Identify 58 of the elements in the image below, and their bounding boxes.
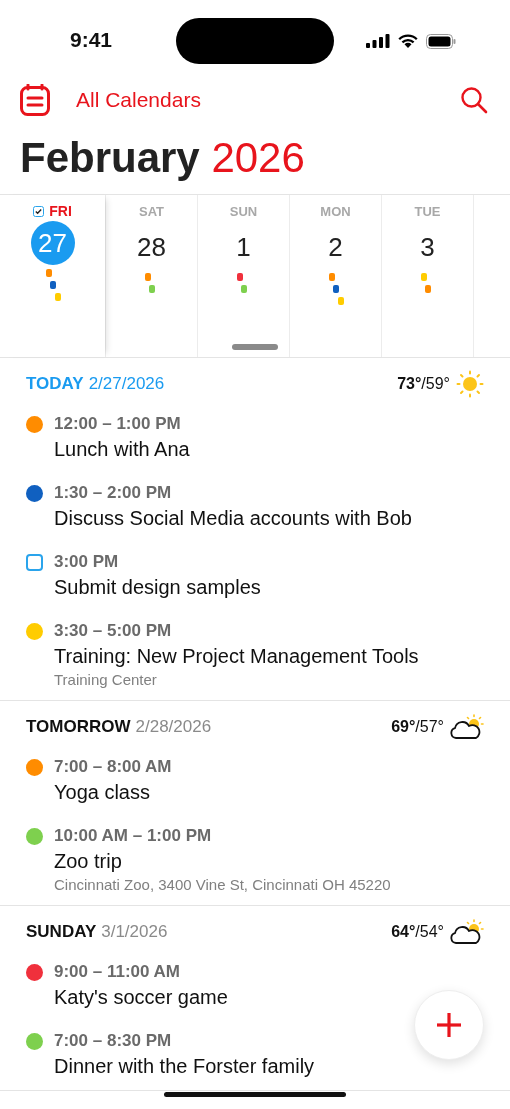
event-title[interactable]: Yoga class	[54, 778, 172, 806]
battery-icon	[426, 33, 456, 49]
event-time: 1:30 – 2:00 PM	[54, 482, 173, 504]
day-column[interactable]: TUE 3	[381, 195, 473, 357]
all-calendars-button[interactable]: All Calendars	[76, 88, 201, 112]
search-icon[interactable]	[460, 86, 488, 114]
weekday-label: FRI	[49, 203, 72, 219]
event-location: Training Center	[54, 670, 158, 690]
event-title[interactable]: Dinner with the Forster family	[54, 1052, 315, 1080]
section-heading: TODAY	[26, 374, 84, 394]
event-title[interactable]: Submit design samples	[54, 573, 261, 601]
weekday-label: TUE	[414, 203, 441, 219]
event-time: 12:00 – 1:00 PM	[54, 413, 182, 435]
day-number: 3	[419, 230, 436, 264]
event-time: 7:00 – 8:00 AM	[54, 756, 172, 778]
signal-icon	[366, 34, 390, 48]
weekday-label: SAT	[138, 203, 164, 219]
section-heading: SUNDAY	[26, 922, 97, 942]
day-number: 1	[235, 230, 252, 264]
section-date: 2/27/2026	[88, 374, 165, 394]
event-title[interactable]: Lunch with Ana	[54, 435, 190, 463]
low-temperature: /59°	[421, 375, 450, 393]
checkbox-icon	[33, 205, 45, 217]
event-title[interactable]: Discuss Social Media accounts with Bob	[54, 504, 412, 532]
calendar-list-icon[interactable]	[20, 84, 50, 116]
year-title: 2026	[211, 134, 305, 181]
event-location: Cincinnati Zoo, 3400 Vine St, Cincinnati OH 45220	[54, 875, 391, 895]
high-temperature: 73°	[397, 375, 422, 393]
section-date: 3/1/2026	[101, 922, 168, 942]
month-title: February	[20, 134, 200, 181]
drag-handle[interactable]	[232, 344, 278, 350]
day-number: 28	[136, 230, 167, 264]
event-time: 3:00 PM	[54, 551, 120, 573]
event-time: 3:30 – 5:00 PM	[54, 620, 173, 642]
section-date: 2/28/2026	[135, 717, 212, 737]
day-column[interactable]: MON 2	[289, 195, 381, 357]
task-checkbox[interactable]	[26, 554, 43, 571]
event-title[interactable]: Training: New Project Management Tools	[54, 642, 419, 670]
event-title[interactable]: Zoo trip	[54, 847, 391, 875]
weekday-label: MON	[320, 203, 351, 219]
day-number: 2	[327, 230, 344, 264]
low-temperature: /57°	[415, 718, 444, 736]
add-event-button[interactable]	[414, 990, 484, 1060]
low-temperature: /54°	[415, 923, 444, 941]
day-column[interactable]: FRI 27	[0, 195, 105, 357]
wifi-icon	[397, 33, 419, 49]
high-temperature: 64°	[391, 923, 416, 941]
event-time: 10:00 AM – 1:00 PM	[54, 825, 213, 847]
event-title[interactable]: Katy's soccer game	[54, 983, 228, 1011]
high-temperature: 69°	[391, 718, 416, 736]
plus-icon	[435, 1011, 463, 1039]
event-time: 9:00 – 11:00 AM	[54, 961, 181, 983]
event-time: 7:00 – 8:30 PM	[54, 1030, 173, 1052]
day-number: 27	[30, 221, 75, 265]
status-time: 9:41	[70, 28, 113, 52]
weekday-label: SUN	[229, 203, 258, 219]
day-column[interactable]: SAT 28	[105, 195, 197, 357]
section-heading: TOMORROW	[26, 717, 131, 737]
